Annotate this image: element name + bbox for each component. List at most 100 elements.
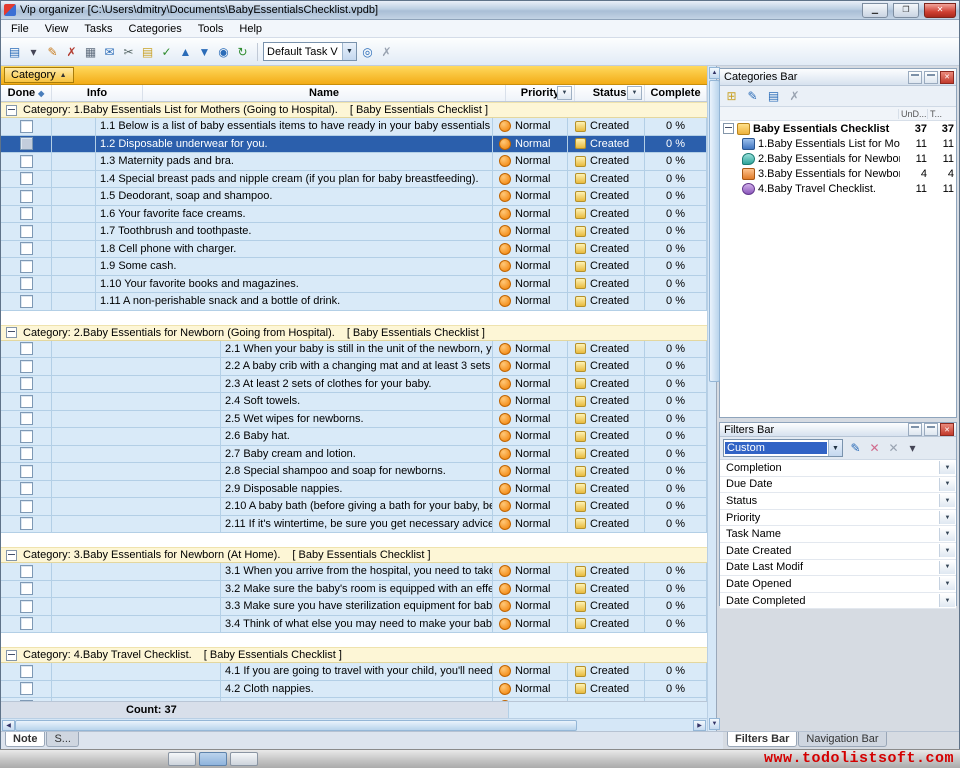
task-done-checkbox[interactable] (20, 617, 33, 630)
filter-dropdown-button[interactable]: ▼ (939, 544, 955, 557)
category-tree-item[interactable]: 4.Baby Travel Checklist.1111 (720, 181, 956, 196)
edit-task-icon[interactable]: ✎ (43, 42, 62, 61)
tab-note[interactable]: Note (5, 732, 45, 747)
category-tree-item[interactable]: 3.Baby Essentials for Newborn44 (720, 166, 956, 181)
clear-filter-icon[interactable]: ✕ (865, 439, 884, 458)
status-filter-button[interactable]: ▼ (627, 86, 642, 100)
scroll-up-icon[interactable]: ▲ (709, 67, 720, 79)
task-done-checkbox[interactable] (20, 260, 33, 273)
collapse-icon[interactable] (6, 327, 17, 338)
tab-s-[interactable]: S... (46, 732, 79, 747)
undone-column-header[interactable]: UnD... (898, 109, 927, 119)
column-name[interactable]: Name (143, 85, 506, 101)
task-row[interactable]: 2.6 Baby hat.NormalCreated0 % (1, 428, 707, 446)
column-status[interactable]: Status ▼ (575, 85, 645, 101)
minimize-button[interactable]: ▁ (862, 3, 888, 18)
chevron-down-icon[interactable]: ▼ (342, 43, 356, 60)
taskbar-window-button[interactable] (230, 752, 258, 766)
task-row[interactable]: 1.3 Maternity pads and bra.NormalCreated… (1, 153, 707, 171)
categories-pin-icon[interactable] (908, 71, 922, 84)
chevron-down-icon[interactable]: ▼ (828, 440, 842, 456)
group-header-row[interactable]: Category: 4.Baby Travel Checklist.[ Baby… (1, 647, 707, 663)
task-row[interactable]: 1.5 Deodorant, soap and shampoo.NormalCr… (1, 188, 707, 206)
task-done-checkbox[interactable] (20, 565, 33, 578)
priority-filter-button[interactable]: ▼ (557, 86, 572, 100)
close-button[interactable]: ✕ (924, 3, 956, 18)
task-done-checkbox[interactable] (20, 225, 33, 238)
task-row[interactable]: 1.2 Disposable underwear for you.NormalC… (1, 136, 707, 154)
task-done-checkbox[interactable] (20, 120, 33, 133)
task-done-checkbox[interactable] (20, 242, 33, 255)
column-complete[interactable]: Complete (645, 85, 707, 101)
group-by-category-chip[interactable]: Category ▲ (4, 67, 74, 83)
menu-item-help[interactable]: Help (231, 22, 270, 36)
filter-dropdown-button[interactable]: ▼ (939, 461, 955, 474)
task-row[interactable]: 1.1 Below is a list of baby essentials i… (1, 118, 707, 136)
taskbar-window-button-active[interactable] (199, 752, 227, 766)
task-row[interactable]: 4.2 Cloth nappies.NormalCreated0 % (1, 681, 707, 699)
search-icon[interactable]: ◎ (358, 42, 377, 61)
categories-window-icon[interactable] (924, 71, 938, 84)
category-tree-item[interactable]: 2.Baby Essentials for Newborn1111 (720, 151, 956, 166)
column-priority[interactable]: Priority ▼ (506, 85, 575, 101)
filter-dropdown-button[interactable]: ▼ (939, 478, 955, 491)
maximize-button[interactable]: ❐ (893, 3, 919, 18)
category-properties-icon[interactable]: ▤ (764, 87, 783, 106)
task-row[interactable]: 2.2 A baby crib with a changing mat and … (1, 358, 707, 376)
vertical-scrollbar[interactable]: ▲ ▼ (707, 66, 716, 731)
notes-icon[interactable]: ▤ (138, 42, 157, 61)
task-done-checkbox[interactable] (20, 517, 33, 530)
task-row[interactable]: 1.11 A non-perishable snack and a bottle… (1, 293, 707, 311)
delete-task-icon[interactable]: ✗ (62, 42, 81, 61)
task-row[interactable]: 3.3 Make sure you have sterilization equ… (1, 598, 707, 616)
task-row[interactable]: 1.7 Toothbrush and toothpaste.NormalCrea… (1, 223, 707, 241)
menu-item-tools[interactable]: Tools (190, 22, 232, 36)
delete-category-icon[interactable]: ✗ (785, 87, 804, 106)
task-done-checkbox[interactable] (20, 395, 33, 408)
task-done-checkbox[interactable] (20, 277, 33, 290)
horizontal-scroll-thumb[interactable] (15, 720, 577, 731)
filter-dropdown-button[interactable]: ▼ (939, 594, 955, 607)
task-row[interactable]: 1.4 Special breast pads and nipple cream… (1, 171, 707, 189)
collapse-icon[interactable] (6, 105, 17, 116)
menu-item-view[interactable]: View (37, 22, 77, 36)
task-row[interactable]: 3.4 Think of what else you may need to m… (1, 616, 707, 634)
task-done-checkbox[interactable] (20, 665, 33, 678)
task-row[interactable]: 2.1 When your baby is still in the unit … (1, 341, 707, 359)
filter-dropdown-button[interactable]: ▼ (939, 494, 955, 507)
categories-close-icon[interactable]: ✕ (940, 71, 954, 84)
category-tree-item[interactable]: Baby Essentials Checklist3737 (720, 121, 956, 136)
edit-filter-icon[interactable]: ✎ (846, 439, 865, 458)
column-info[interactable]: Info (52, 85, 143, 101)
task-done-checkbox[interactable] (20, 155, 33, 168)
scroll-left-icon[interactable]: ◀ (2, 720, 15, 731)
task-row[interactable]: 2.9 Disposable nappies.NormalCreated0 % (1, 481, 707, 499)
close-filter-icon[interactable]: ✕ (884, 439, 903, 458)
menu-item-categories[interactable]: Categories (121, 22, 190, 36)
task-done-checkbox[interactable] (20, 600, 33, 613)
filter-dropdown-button[interactable]: ▼ (939, 577, 955, 590)
task-done-checkbox[interactable] (20, 295, 33, 308)
refresh-icon[interactable]: ↻ (233, 42, 252, 61)
task-row[interactable]: 2.8 Special shampoo and soap for newborn… (1, 463, 707, 481)
menu-item-tasks[interactable]: Tasks (76, 22, 120, 36)
vertical-scroll-thumb[interactable] (709, 80, 720, 382)
filters-window-icon[interactable] (924, 423, 938, 436)
group-header-row[interactable]: Category: 2.Baby Essentials for Newborn … (1, 325, 707, 341)
collapse-icon[interactable] (6, 550, 17, 561)
task-done-checkbox[interactable] (20, 360, 33, 373)
scroll-right-icon[interactable]: ▶ (693, 720, 706, 731)
task-done-checkbox[interactable] (20, 682, 33, 695)
task-done-checkbox[interactable] (20, 207, 33, 220)
scroll-down-icon[interactable]: ▼ (709, 718, 720, 730)
task-row[interactable]: 2.11 If it's wintertime, be sure you get… (1, 516, 707, 534)
task-done-checkbox[interactable] (20, 377, 33, 390)
filters-pin-icon[interactable] (908, 423, 922, 436)
horizontal-scrollbar[interactable]: ◀ ▶ (1, 718, 707, 731)
collapse-icon[interactable] (6, 650, 17, 661)
task-done-checkbox[interactable] (20, 465, 33, 478)
task-row[interactable]: 2.10 A baby bath (before giving a bath f… (1, 498, 707, 516)
filter-preset-combo[interactable]: Custom ▼ (723, 439, 843, 457)
task-row[interactable]: 2.7 Baby cream and lotion.NormalCreated0… (1, 446, 707, 464)
task-done-checkbox[interactable] (20, 430, 33, 443)
